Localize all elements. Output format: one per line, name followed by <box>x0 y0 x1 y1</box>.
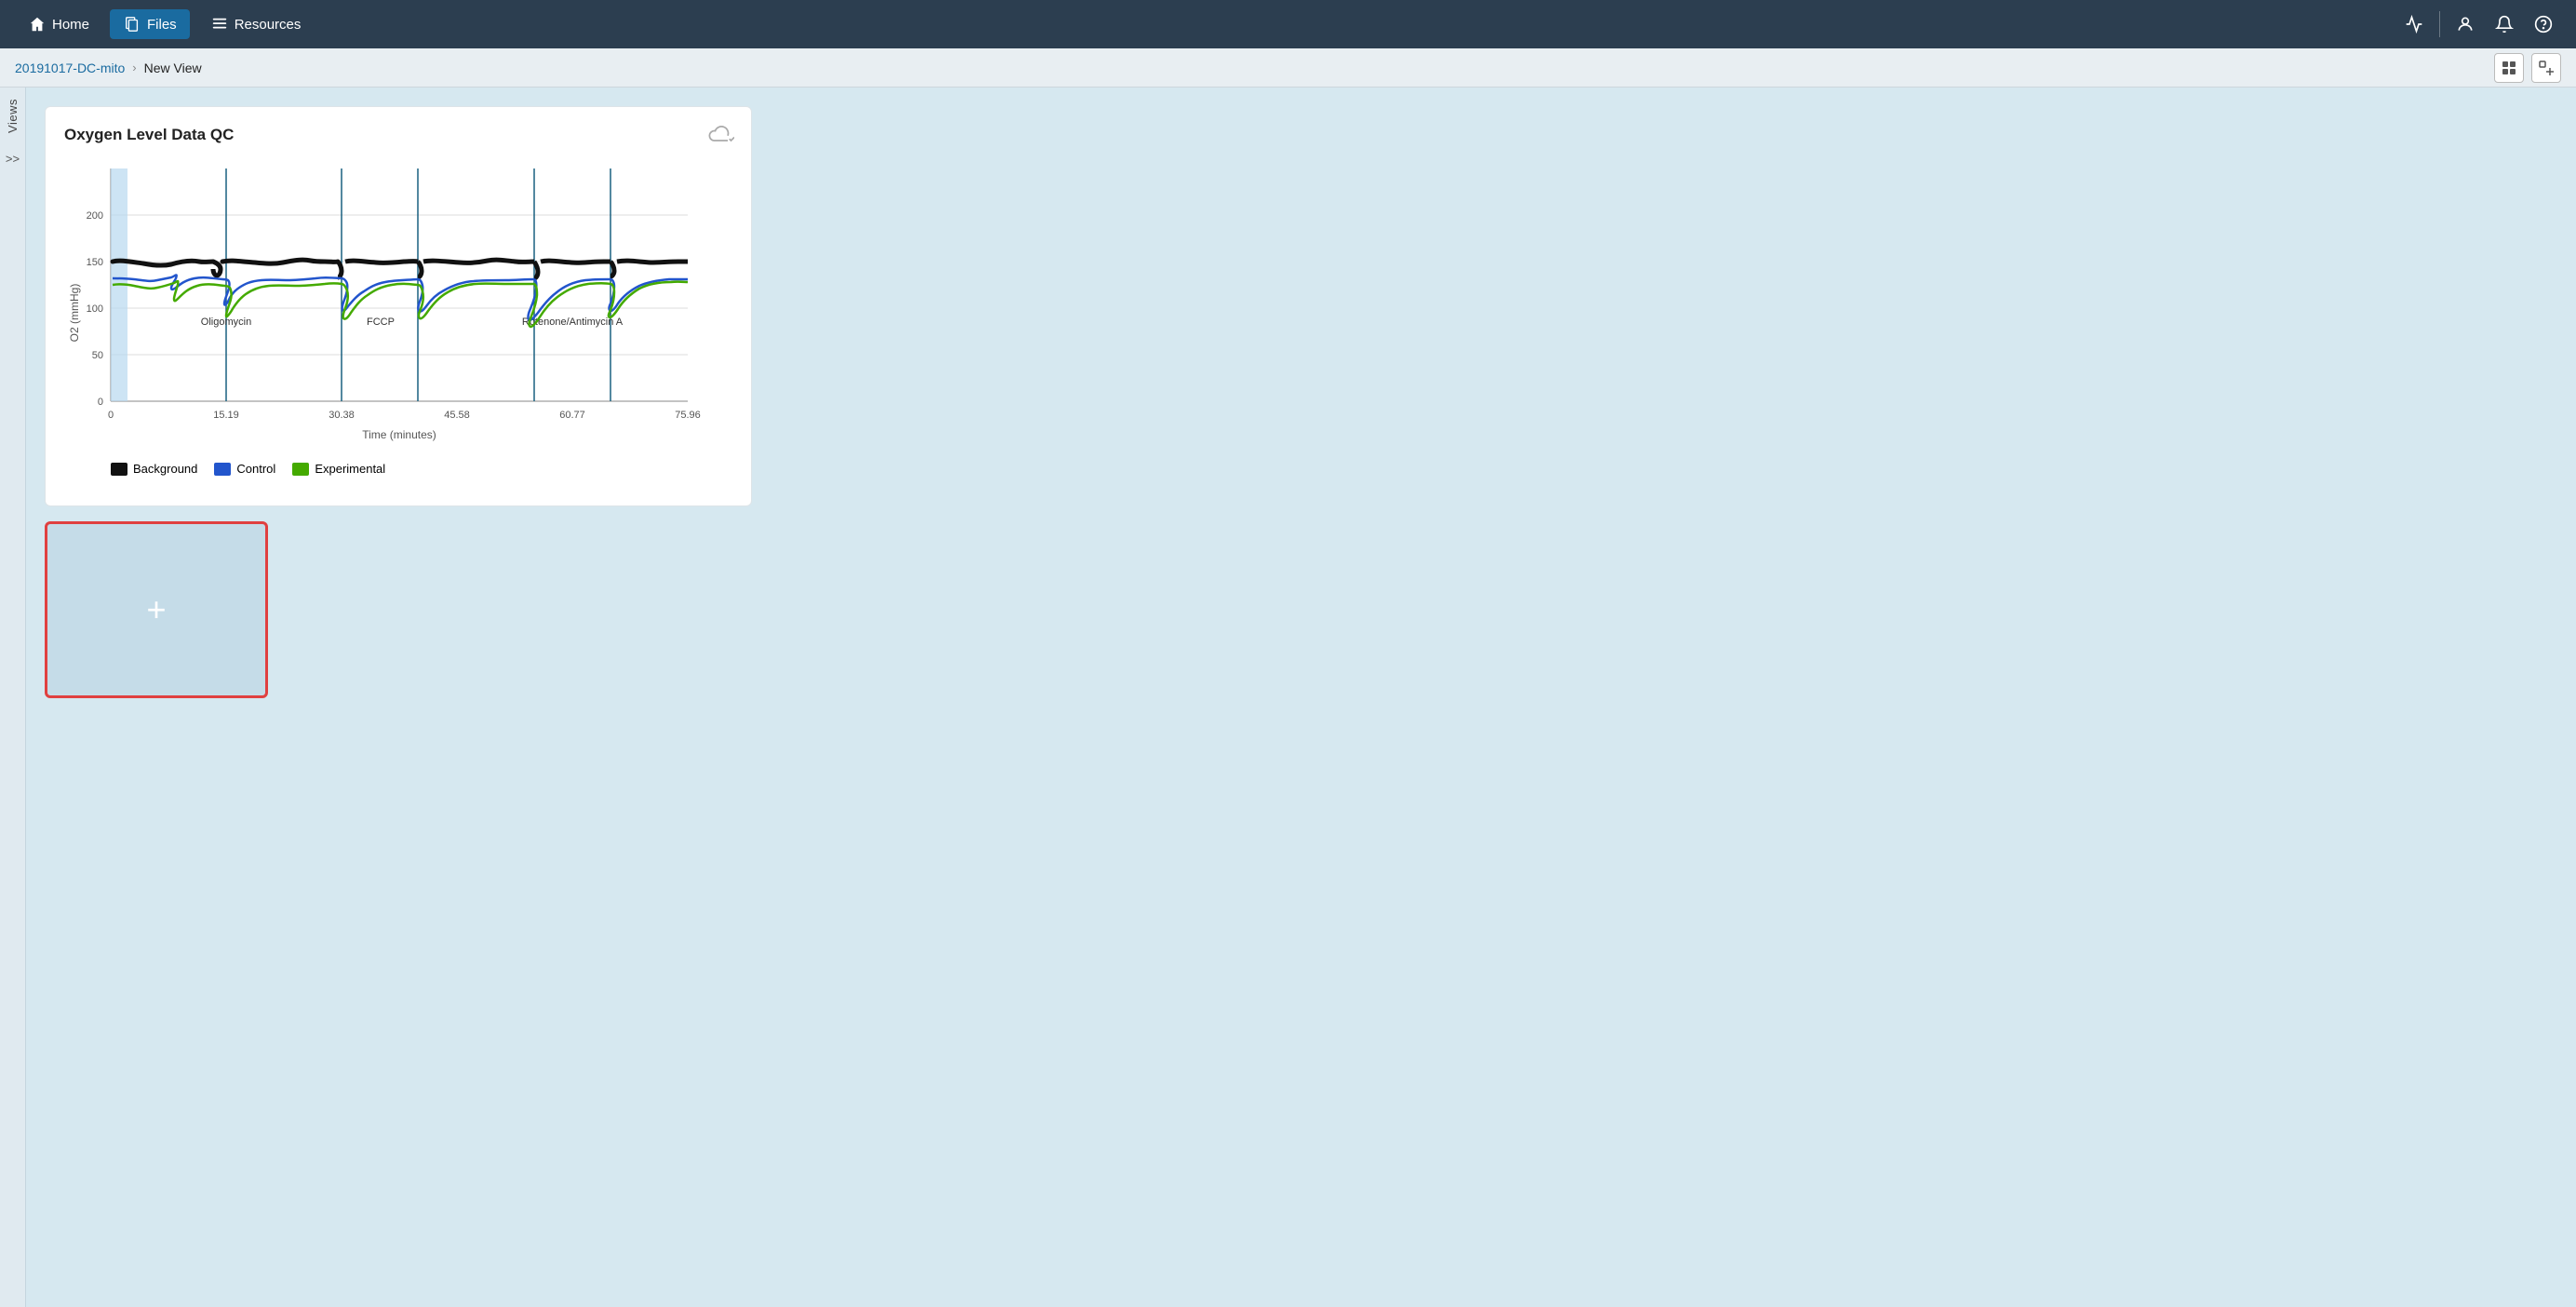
svg-text:0: 0 <box>108 410 114 421</box>
top-nav: Home Files Resources <box>0 0 2576 48</box>
svg-text:200: 200 <box>87 210 103 222</box>
svg-text:15.19: 15.19 <box>213 410 239 421</box>
svg-text:0: 0 <box>98 397 103 408</box>
experimental-swatch <box>292 463 309 476</box>
cloud-upload-icon[interactable] <box>708 124 734 150</box>
chart-wrapper: 0 50 100 150 200 O2 (mmHg) 0 15.19 3 <box>64 159 732 452</box>
add-panel-plus-icon: + <box>146 593 166 627</box>
add-view-btn[interactable] <box>2531 53 2561 83</box>
oxygen-chart: 0 50 100 150 200 O2 (mmHg) 0 15.19 3 <box>64 159 716 448</box>
svg-text:60.77: 60.77 <box>559 410 585 421</box>
home-icon <box>28 15 47 34</box>
user-icon-btn[interactable] <box>2448 7 2483 42</box>
views-sidebar: Views >> <box>0 88 26 1307</box>
nav-files-label: Files <box>147 17 177 33</box>
svg-text:50: 50 <box>92 350 103 361</box>
legend-experimental: Experimental <box>292 462 385 476</box>
experimental-label: Experimental <box>315 462 385 476</box>
nav-resources-label: Resources <box>235 17 302 33</box>
background-label: Background <box>133 462 197 476</box>
legend-control: Control <box>214 462 275 476</box>
background-swatch <box>111 463 127 476</box>
svg-text:FCCP: FCCP <box>367 317 395 328</box>
control-swatch <box>214 463 231 476</box>
files-icon <box>123 15 141 34</box>
breadcrumb-current: New View <box>144 61 202 75</box>
views-expand-btn[interactable]: >> <box>2 148 23 169</box>
control-label: Control <box>236 462 275 476</box>
svg-text:Time (minutes): Time (minutes) <box>362 428 436 441</box>
chart-card: Oxygen Level Data QC <box>45 106 752 506</box>
help-icon-btn[interactable] <box>2526 7 2561 42</box>
notifications-icon-btn[interactable] <box>2487 7 2522 42</box>
nav-files[interactable]: Files <box>110 9 190 39</box>
nav-divider-1 <box>2439 11 2440 37</box>
svg-text:45.58: 45.58 <box>444 410 470 421</box>
content-area: Oxygen Level Data QC <box>26 88 2576 1307</box>
resources-icon <box>210 15 229 34</box>
breadcrumb-parent[interactable]: 20191017-DC-mito <box>15 61 125 75</box>
add-panel-btn[interactable]: + <box>45 521 268 698</box>
svg-text:Oligomycin: Oligomycin <box>201 317 251 328</box>
svg-text:O2 (mmHg): O2 (mmHg) <box>68 284 81 343</box>
svg-text:75.96: 75.96 <box>675 410 701 421</box>
svg-text:150: 150 <box>87 257 103 268</box>
chart-title: Oxygen Level Data QC <box>64 126 732 144</box>
views-label: Views <box>6 99 20 133</box>
svg-text:100: 100 <box>87 303 103 315</box>
main-area: Views >> Oxygen Level Data QC <box>0 88 2576 1307</box>
chart-legend: Background Control Experimental <box>64 462 732 476</box>
nav-resources[interactable]: Resources <box>197 9 315 39</box>
breadcrumb-separator: › <box>132 61 136 74</box>
nav-right <box>2396 7 2561 42</box>
nav-home[interactable]: Home <box>15 9 102 39</box>
breadcrumb: 20191017-DC-mito › New View <box>15 61 202 75</box>
svg-text:30.38: 30.38 <box>329 410 355 421</box>
analytics-icon-btn[interactable] <box>2396 7 2432 42</box>
breadcrumb-right <box>2494 53 2561 83</box>
nav-home-label: Home <box>52 17 89 33</box>
legend-background: Background <box>111 462 197 476</box>
grid-view-btn[interactable] <box>2494 53 2524 83</box>
breadcrumb-bar: 20191017-DC-mito › New View <box>0 48 2576 88</box>
